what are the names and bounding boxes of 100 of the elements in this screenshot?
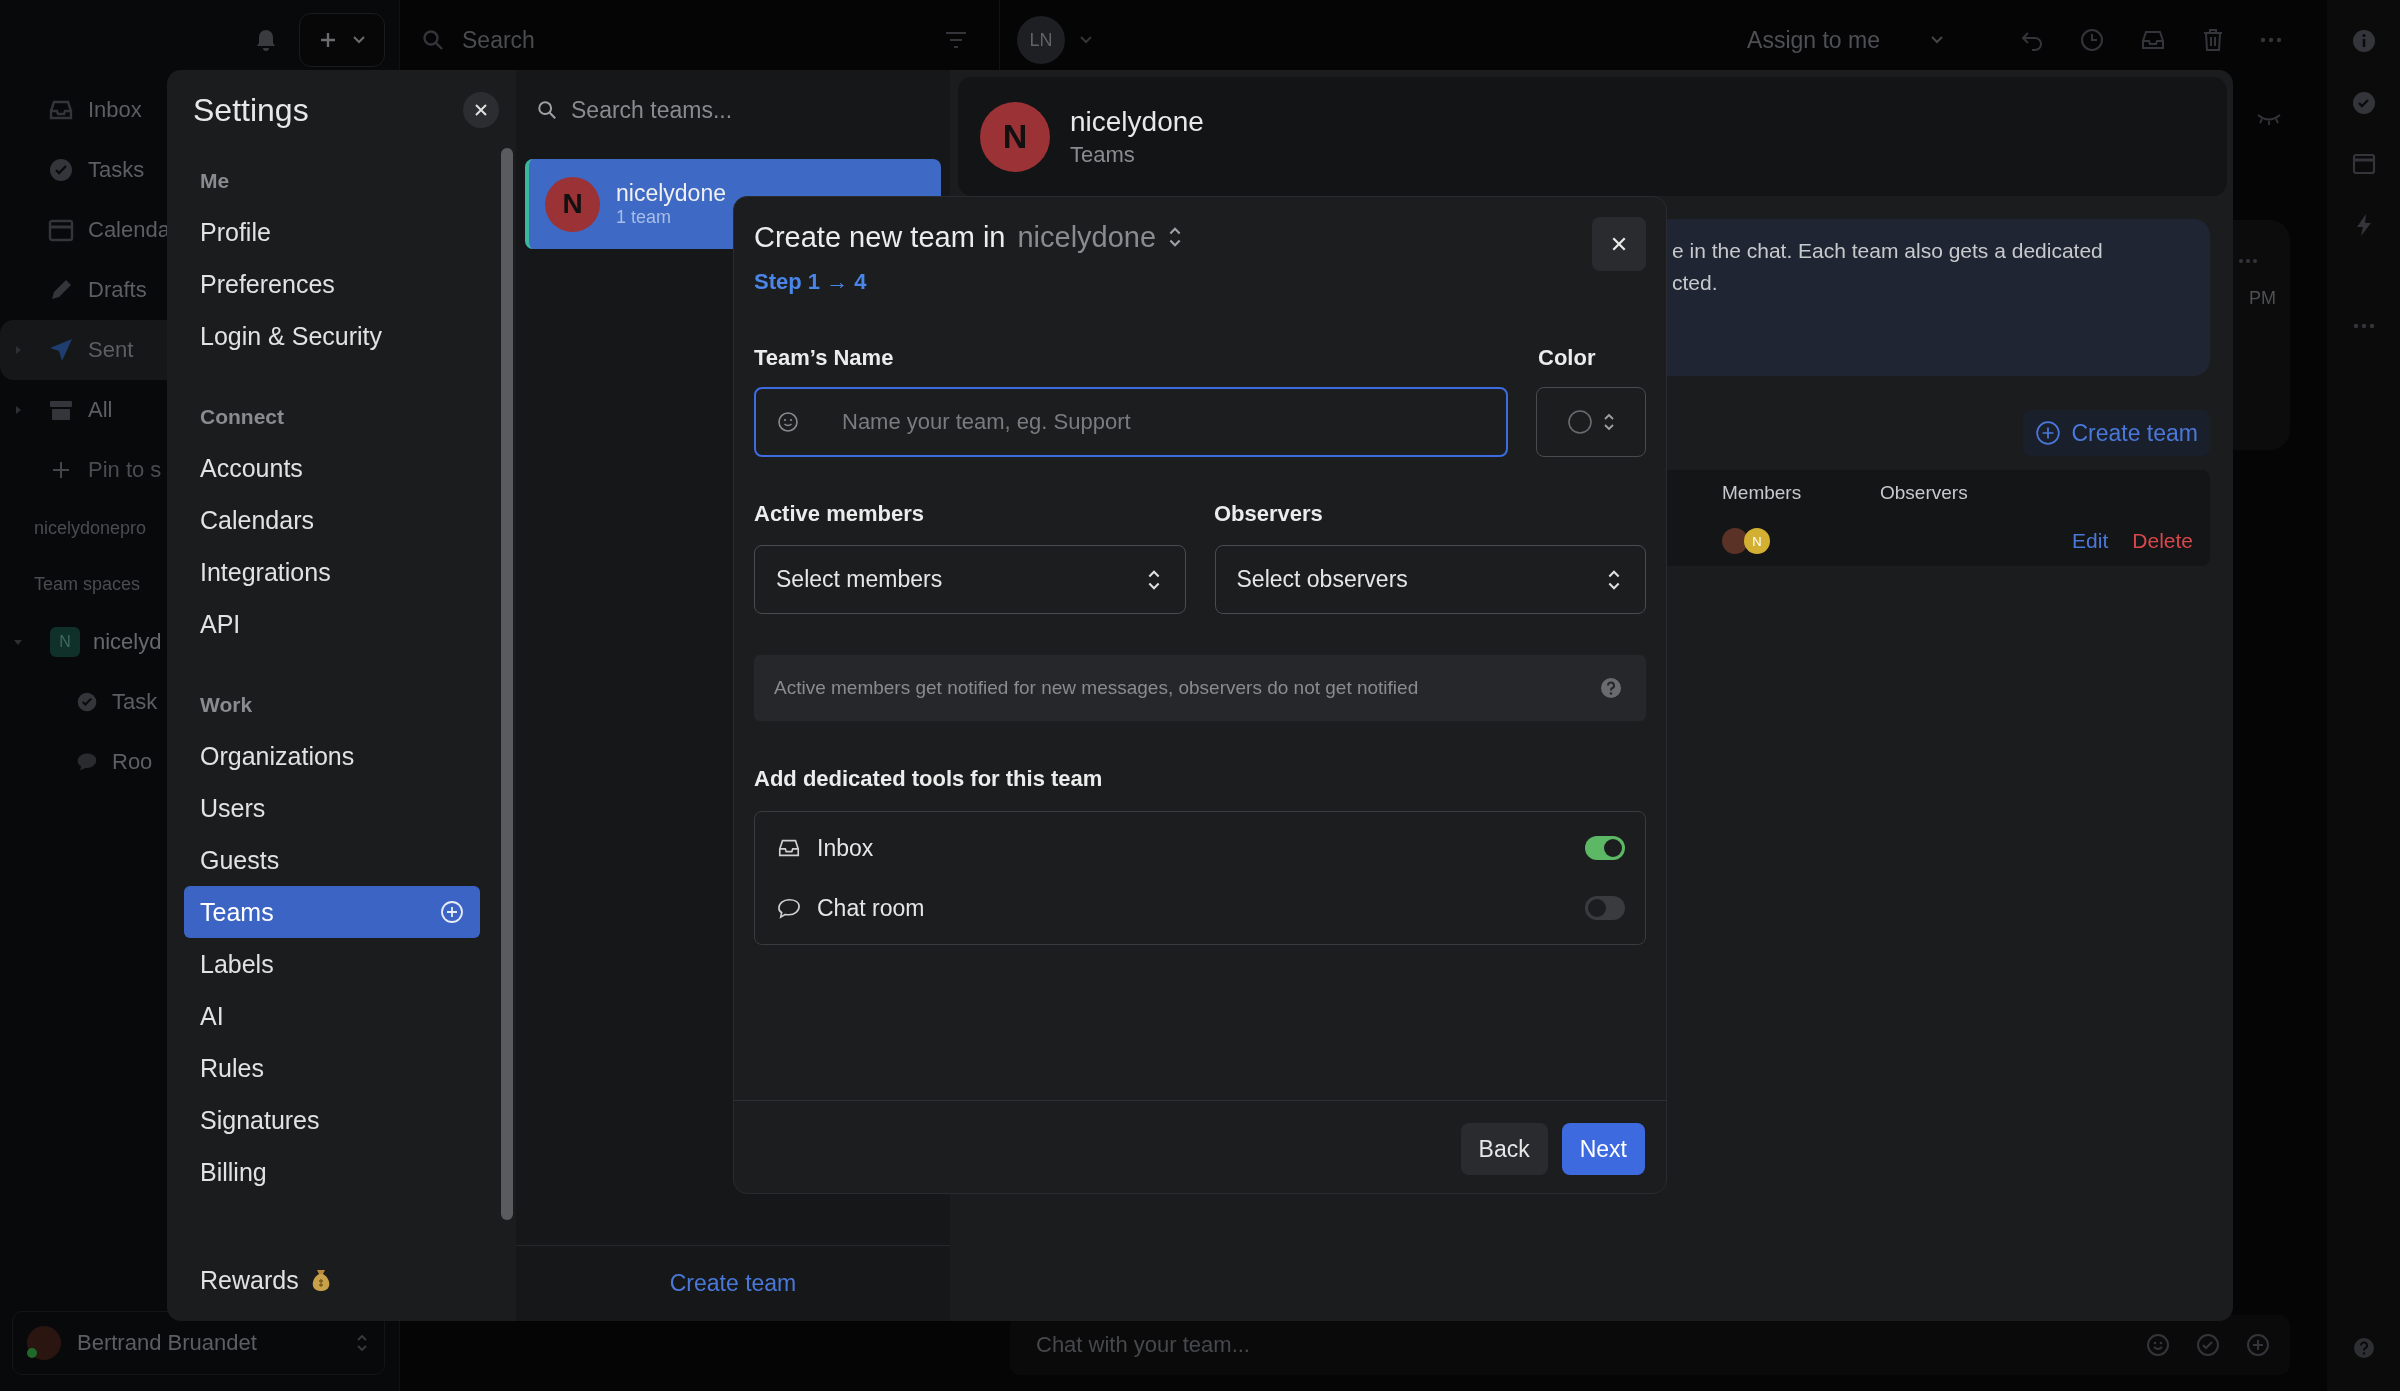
settings-nav-item[interactable]: Users — [184, 782, 480, 834]
check-circle-icon[interactable] — [2351, 91, 2376, 115]
settings-nav-item[interactable]: Accounts — [184, 442, 480, 494]
section-label: Team spaces — [34, 572, 141, 596]
chevron-updown-icon[interactable] — [1168, 225, 1183, 249]
input-field[interactable]: Name your team, eg. Support — [754, 387, 1509, 457]
plus-circle-icon — [2035, 420, 2062, 446]
workspace-label: nicelydonepro — [34, 516, 147, 540]
caret-icon[interactable] — [13, 345, 23, 355]
section-heading: Connect — [199, 404, 285, 430]
color-picker[interactable] — [1536, 387, 1646, 457]
assign-dropdown[interactable]: Assign to me — [1747, 26, 1944, 54]
close-button[interactable] — [463, 92, 499, 128]
create-team-link[interactable]: Create team — [669, 1270, 797, 1297]
undo-icon[interactable] — [2020, 29, 2044, 51]
settings-nav-item[interactable]: Profile — [184, 206, 480, 258]
delete-link[interactable]: Delete — [2132, 529, 2193, 553]
help-icon[interactable] — [2352, 1337, 2375, 1359]
calendar-icon[interactable] — [2351, 153, 2376, 175]
paper-plane-icon — [48, 337, 74, 363]
org-subtitle: Teams — [1070, 141, 1136, 168]
settings-nav-item[interactable]: AI — [184, 990, 480, 1042]
field-label: Observers — [1214, 501, 1323, 527]
settings-nav-item[interactable]: Calendars — [184, 494, 480, 546]
more-icon[interactable] — [2352, 323, 2375, 329]
archive-icon — [48, 398, 74, 422]
team-search-field[interactable]: Search teams... — [516, 70, 950, 150]
team-name: nicelydone — [616, 180, 726, 207]
settings-nav-item[interactable]: Teams — [184, 886, 480, 938]
edit-link[interactable]: Edit — [2072, 529, 2109, 553]
settings-nav-item[interactable]: Labels — [184, 938, 480, 990]
check-circle-icon — [48, 157, 74, 183]
team-count: 1 team — [616, 207, 673, 228]
column-header: Members — [1722, 482, 1803, 504]
assignee-avatar[interactable]: LN — [1017, 16, 1065, 64]
chevron-down-icon[interactable] — [1079, 35, 1093, 45]
settings-nav-item[interactable]: Preferences — [184, 258, 480, 310]
message-time: PM — [2249, 288, 2276, 309]
close-button[interactable] — [1592, 217, 1646, 271]
next-button[interactable]: Next — [1561, 1123, 1645, 1175]
org-switcher[interactable]: nicelydone — [1017, 220, 1157, 254]
sidebar-item[interactable]: All — [0, 380, 117, 440]
chevron-down-icon — [352, 35, 366, 45]
settings-nav-item[interactable]: Organizations — [184, 730, 480, 782]
scrollbar-thumb[interactable] — [500, 148, 513, 1220]
info-text: e in the chat. Each team also gets a dedicated cted. — [1672, 238, 2104, 296]
tool-label: Inbox — [817, 834, 874, 862]
settings-nav-item[interactable]: Rules — [184, 1042, 480, 1094]
caret-icon[interactable] — [13, 637, 23, 647]
trash-icon[interactable] — [2202, 28, 2224, 52]
settings-title: Settings — [193, 91, 309, 129]
smiley-icon[interactable] — [776, 410, 800, 434]
bell-icon[interactable] — [255, 28, 277, 52]
avatar: N — [545, 176, 600, 232]
tool-label: Chat room — [817, 894, 925, 922]
team-item[interactable]: N nicelyd — [0, 612, 166, 672]
sidebar-item[interactable]: Drafts — [0, 260, 151, 320]
section-heading: Add dedicated tools for this team — [754, 766, 1104, 792]
sidebar-item[interactable]: Inbox — [0, 80, 146, 140]
toggle-switch[interactable] — [1585, 896, 1625, 920]
clock-icon[interactable] — [2080, 28, 2104, 52]
back-button[interactable]: Back — [1460, 1123, 1548, 1175]
observers-select[interactable]: Select observers — [1214, 545, 1646, 614]
compose-button[interactable] — [299, 13, 385, 67]
speech-bubble-icon — [76, 751, 98, 773]
lightning-icon[interactable] — [2354, 213, 2373, 237]
field-label: Active members — [754, 501, 925, 527]
caret-icon[interactable] — [13, 405, 23, 415]
empty-circle-icon — [1567, 409, 1594, 435]
org-name: nicelydone — [1070, 105, 1204, 138]
eye-closed-icon[interactable] — [2256, 112, 2282, 126]
chevron-down-icon — [1930, 35, 1944, 45]
column-header: Observers — [1880, 482, 1968, 504]
settings-nav-item[interactable]: Billing — [184, 1146, 480, 1198]
info-icon[interactable] — [2351, 29, 2376, 53]
help-icon[interactable] — [1600, 677, 1622, 699]
close-icon — [1611, 236, 1627, 252]
sidebar-subitem[interactable]: Roo — [0, 732, 157, 792]
filter-icon[interactable] — [945, 31, 967, 49]
search-icon — [422, 29, 444, 51]
sidebar-subitem[interactable]: Task — [0, 672, 162, 732]
create-team-button[interactable]: Create team — [2023, 410, 2210, 456]
search-icon — [537, 100, 557, 120]
settings-nav-item[interactable]: Signatures — [184, 1094, 480, 1146]
sidebar-item[interactable]: Tasks — [0, 140, 149, 200]
check-circle-icon[interactable] — [2196, 1333, 2220, 1357]
field-label: Color — [1538, 345, 1596, 371]
close-icon — [474, 103, 488, 117]
speech-bubble-icon — [777, 897, 801, 919]
sidebar-item[interactable]: Calenda — [0, 200, 174, 260]
step-indicator: Step 1 → 4 — [754, 269, 868, 295]
inbox-icon[interactable] — [2140, 29, 2166, 51]
settings-nav-item[interactable]: API — [184, 598, 480, 650]
settings-nav-item[interactable]: Guests — [184, 834, 480, 886]
more-icon[interactable] — [2238, 258, 2258, 264]
more-icon[interactable] — [2260, 37, 2282, 43]
settings-nav-item[interactable]: Rewards — [184, 1254, 480, 1306]
toggle-switch[interactable] — [1585, 836, 1625, 860]
settings-nav-item[interactable]: Integrations — [184, 546, 480, 598]
members-select[interactable]: Select members — [754, 545, 1186, 614]
